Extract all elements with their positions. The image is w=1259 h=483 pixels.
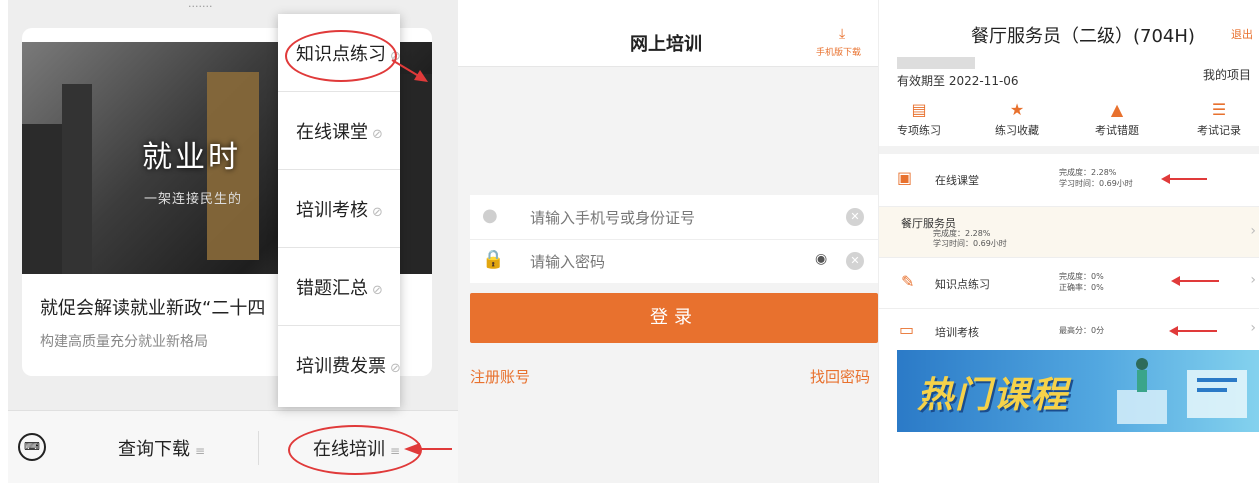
annotation-arrow <box>1169 326 1217 336</box>
knowledge-practice-row[interactable]: ✎ 知识点练习 完成度：0% 正确率：0% › <box>879 258 1259 309</box>
login-form: ● ✕ 🔒 ◉ ✕ <box>470 195 878 285</box>
warning-icon: ▲ <box>1110 100 1124 119</box>
pencil-icon: ✎ <box>901 272 915 291</box>
highlight-oval <box>288 425 422 475</box>
chevron-right-icon: › <box>1250 320 1256 336</box>
highest-score-text: 最高分：0分 <box>1059 326 1105 335</box>
page-title: 网上培训 <box>630 34 702 55</box>
quick-actions: ▤ 专项练习 ★ 练习收藏 ▲ 考试错题 ☰ 考试记录 <box>879 100 1259 146</box>
register-link[interactable]: 注册账号 <box>470 366 530 387</box>
download-icon[interactable]: ⤓ <box>839 26 845 42</box>
link-icon: ⊘ <box>372 127 383 142</box>
divider <box>258 431 259 465</box>
star-icon: ★ <box>1009 100 1025 119</box>
completion-text: 完成度：2.28% <box>1059 168 1117 177</box>
knowledge-practice-label: 知识点练习 <box>935 278 990 291</box>
sub-course-row[interactable]: 餐厅服务员 完成度：2.28% 学习时间：0.69小时 › <box>879 207 1259 258</box>
annotation-arrow <box>1171 276 1219 286</box>
quick-action-special-practice[interactable]: ▤ 专项练习 <box>879 100 959 138</box>
header: 网上培训 ⤓ 手机版下载 <box>458 0 878 67</box>
menu-icon: ≡ <box>195 444 206 458</box>
training-exam-label: 培训考核 <box>935 326 979 339</box>
image-subhead: 一架连接民生的 <box>144 192 243 207</box>
quick-action-label: 专项练习 <box>897 124 941 137</box>
list-icon: ▤ <box>911 100 927 119</box>
study-time-text: 学习时间：0.69小时 <box>1059 179 1133 188</box>
valid-until: 有效期至 2022-11-06 <box>897 74 1019 88</box>
completion-text: 完成度：0% <box>1059 272 1104 281</box>
blurred-username <box>897 57 975 69</box>
download-link[interactable]: 手机版下载 <box>816 45 861 58</box>
login-button[interactable]: 登录 <box>470 293 878 343</box>
menu-item-online-class[interactable]: 在线课堂 ⊘ <box>278 92 400 170</box>
query-download-button[interactable]: 查询下载 ≡ <box>118 435 205 461</box>
quick-action-label: 考试错题 <box>1095 124 1139 137</box>
link-icon: ⊘ <box>372 205 383 220</box>
keyboard-icon[interactable]: ⌨ <box>18 433 46 461</box>
quick-action-label: 练习收藏 <box>995 124 1039 137</box>
monitor-icon: ▭ <box>899 320 915 339</box>
lock-icon: 🔒 <box>482 249 505 270</box>
annotation-arrow <box>1161 174 1207 184</box>
online-class-label: 在线课堂 <box>935 174 979 187</box>
menu-item-wrong-answers[interactable]: 错题汇总 ⊘ <box>278 248 400 326</box>
menu-item-label: 在线课堂 <box>296 122 368 143</box>
highlight-oval <box>285 30 397 82</box>
eye-icon[interactable]: ◉ <box>815 251 827 267</box>
password-input[interactable] <box>528 239 792 285</box>
forgot-password-link[interactable]: 找回密码 <box>810 366 870 387</box>
menu-item-invoice[interactable]: 培训费发票 ⊘ <box>278 326 401 404</box>
quick-action-wrong-answers[interactable]: ▲ 考试错题 <box>1077 100 1157 138</box>
query-download-label: 查询下载 <box>118 439 190 460</box>
menu-item-label: 培训费发票 <box>296 356 386 377</box>
quick-action-favorites[interactable]: ★ 练习收藏 <box>977 100 1057 138</box>
password-row: 🔒 ◉ ✕ <box>470 239 878 285</box>
online-class-row[interactable]: ▣ 在线课堂 完成度：2.28% 学习时间：0.69小时 <box>879 154 1259 207</box>
login-panel: 网上培训 ⤓ 手机版下载 ● ✕ 🔒 ◉ ✕ 登录 注册账号 找回密码 <box>458 0 878 483</box>
logout-link[interactable]: 退出 <box>1231 26 1253 42</box>
study-time-text: 学习时间：0.69小时 <box>933 239 1007 248</box>
quick-action-label: 考试记录 <box>1197 124 1241 137</box>
clear-icon[interactable]: ✕ <box>846 208 864 226</box>
menu-item-label: 错题汇总 <box>296 278 368 299</box>
menu-item-label: 培训考核 <box>296 200 368 221</box>
chevron-right-icon: › <box>1250 223 1256 239</box>
phone-row: ● ✕ <box>470 195 878 241</box>
section-gap <box>879 146 1259 154</box>
record-icon: ☰ <box>1211 100 1227 119</box>
completion-text: 完成度：2.28% <box>933 229 991 238</box>
banner-title: 热门课程 <box>917 374 1070 416</box>
link-icon: ⊘ <box>372 283 383 298</box>
user-icon: ● <box>482 205 498 226</box>
phone-input[interactable] <box>528 195 792 241</box>
link-icon: ⊘ <box>390 361 401 376</box>
quick-action-exam-records[interactable]: ☰ 考试记录 <box>1179 100 1259 138</box>
hot-courses-banner[interactable]: 热门课程 <box>897 350 1259 432</box>
course-panel: 餐厅服务员（二级）(704H) 退出 有效期至 2022-11-06 我的项目 … <box>878 0 1259 483</box>
menu-item-training-exam[interactable]: 培训考核 ⊘ <box>278 170 400 248</box>
banner-illustration <box>1117 358 1247 424</box>
chevron-right-icon: › <box>1250 272 1256 288</box>
image-headline: 就业时 <box>142 140 241 175</box>
page-title: 餐厅服务员（二级）(704H) <box>971 26 1195 47</box>
my-projects-link[interactable]: 我的项目 <box>1203 66 1251 83</box>
status-text: ······· <box>188 0 213 13</box>
news-app-panel: ······· 就业时 一架连接民生的 就促会解读就业新政“二十四 构建高质量充… <box>8 0 458 483</box>
bottom-nav: ⌨ 查询下载 ≡ 在线培训 ≡ <box>8 410 458 483</box>
article-subtitle: 构建高质量充分就业新格局 <box>40 334 208 350</box>
annotation-arrow <box>391 59 428 82</box>
accuracy-text: 正确率：0% <box>1059 283 1104 292</box>
clear-icon[interactable]: ✕ <box>846 252 864 270</box>
video-icon: ▣ <box>897 168 913 187</box>
annotation-arrow <box>404 443 452 455</box>
article-title[interactable]: 就促会解读就业新政“二十四 <box>40 294 265 320</box>
